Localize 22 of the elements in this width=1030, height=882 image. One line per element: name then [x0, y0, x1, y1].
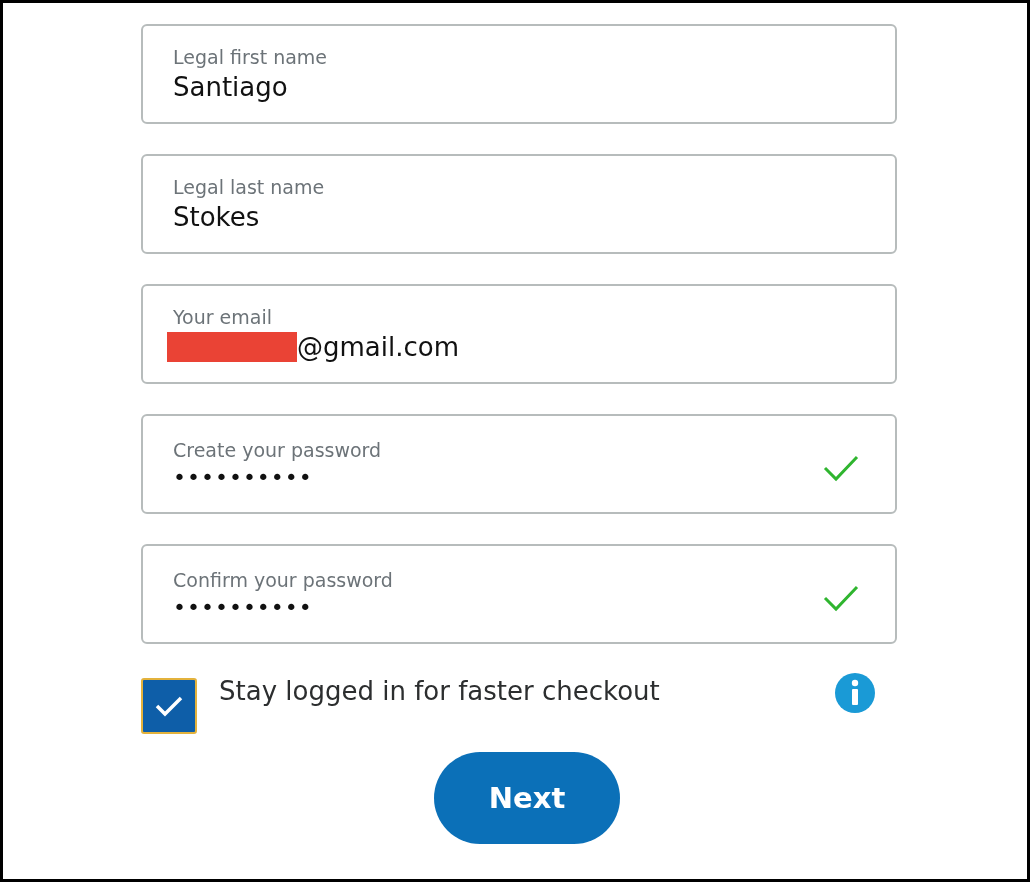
text-field[interactable]: Legal last name Stokes [141, 154, 897, 254]
checkbox[interactable] [141, 678, 197, 734]
checkmark-icon [823, 454, 859, 482]
info-icon[interactable] [835, 673, 875, 713]
field-value: @gmail.com [297, 332, 459, 362]
text-field[interactable]: Create your password •••••••••• [141, 414, 897, 514]
field-value: Stokes [173, 202, 260, 232]
field-label: Confirm your password [173, 568, 393, 591]
field-value: •••••••••• [173, 464, 313, 490]
field-value: Santiago [173, 72, 288, 102]
field-label: Create your password [173, 438, 382, 461]
text-field[interactable]: Confirm your password •••••••••• [141, 544, 897, 644]
checkbox-label: Stay logged in for faster checkout [219, 676, 661, 706]
field-label: Legal last name [173, 176, 325, 198]
text-field[interactable]: Legal first name Santiago [141, 24, 897, 124]
next-button[interactable]: Next [434, 752, 620, 844]
field-value: •••••••••• [173, 594, 313, 620]
checkmark-icon [823, 584, 859, 612]
field-label: Legal first name [173, 46, 327, 68]
text-field[interactable]: Your email @gmail.com [141, 284, 897, 384]
field-label: Your email [173, 306, 273, 328]
checkmark-icon [154, 694, 184, 718]
